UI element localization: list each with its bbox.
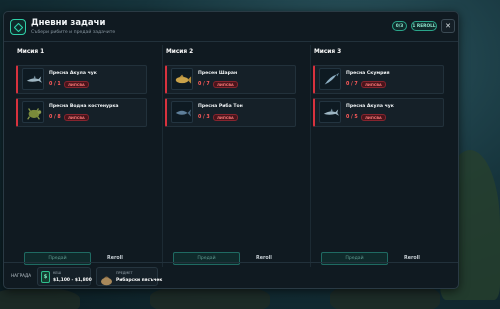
mackerel-icon: [319, 68, 341, 90]
dialog-subtitle: Събери рибите и предай задачите: [31, 30, 116, 35]
task-name: Пресна Водна костенурка: [49, 104, 119, 109]
mission-column-2: Мисия 2 Пресен Шаран 0 / 7 ЛИПСВА Пресна…: [162, 45, 308, 267]
task-card: Пресна Риба Тон 0 / 3 ЛИПСВА: [165, 98, 296, 127]
carp-icon: [171, 68, 193, 90]
missing-badge: ЛИПСВА: [64, 81, 89, 88]
task-name: Пресен Шаран: [198, 71, 238, 76]
daily-tasks-dialog: Дневни задачи Събери рибите и предай зад…: [3, 11, 459, 289]
progress-badge: 0/3: [392, 21, 407, 31]
mission-title: Мисия 2: [166, 49, 194, 55]
tuna-icon: [171, 101, 193, 123]
item-reward-card: ПРЕДМЕТ Рибарски пясъчек: [96, 267, 162, 286]
cash-value: $1,100 - $1,800: [53, 278, 92, 283]
task-count: 0 / 5: [346, 115, 358, 120]
task-name: Пресна Акула чук: [49, 71, 97, 76]
task-card: Пресен Шаран 0 / 7 ЛИПСВА: [165, 65, 296, 94]
item-label: ПРЕДМЕТ: [116, 271, 133, 275]
task-name: Пресна Акула чук: [346, 104, 394, 109]
task-count: 0 / 8: [49, 115, 61, 120]
task-card: Пресна Водна костенурка 0 / 8 ЛИПСВА: [16, 98, 147, 127]
item-value: Рибарски пясъчек: [116, 278, 163, 283]
hammerhead-shark-icon: [319, 101, 341, 123]
mission-title: Мисия 1: [17, 49, 45, 55]
tasks-diamond-icon: [10, 19, 26, 35]
task-name: Пресна Риба Тон: [198, 104, 243, 109]
mission-column-1: Мисия 1 Пресна Акула чук 0 / 1 ЛИПСВА Пр…: [14, 45, 160, 267]
missing-badge: ЛИПСВА: [361, 81, 386, 88]
task-card: Пресна Акула чук 0 / 5 ЛИПСВА: [313, 98, 444, 127]
sand-pouch-icon: [100, 271, 113, 286]
task-name: Пресна Скумрия: [346, 71, 390, 76]
dialog-header: Дневни задачи Събери рибите и предай зад…: [4, 12, 458, 42]
task-count: 0 / 7: [198, 82, 210, 87]
reward-footer: НАГРАДА $ КЕШ $1,100 - $1,800 ПРЕДМЕТ Ри…: [4, 262, 458, 290]
task-count: 0 / 7: [346, 82, 358, 87]
turtle-icon: [22, 101, 44, 123]
hammerhead-shark-icon: [22, 68, 44, 90]
background-rock: [0, 288, 80, 309]
dialog-title: Дневни задачи: [31, 18, 106, 28]
close-button[interactable]: ✕: [441, 19, 455, 33]
reward-label: НАГРАДА: [11, 273, 32, 278]
cash-reward-card: $ КЕШ $1,100 - $1,800: [37, 267, 92, 286]
mission-column-3: Мисия 3 Пресна Скумрия 0 / 7 ЛИПСВА Прес…: [310, 45, 456, 267]
missing-badge: ЛИПСВА: [64, 114, 89, 121]
missing-badge: ЛИПСВА: [213, 81, 238, 88]
missing-badge: ЛИПСВА: [213, 114, 238, 121]
task-count: 0 / 3: [198, 115, 210, 120]
cash-label: КЕШ: [53, 271, 62, 275]
task-count: 0 / 1: [49, 82, 61, 87]
task-card: Пресна Акула чук 0 / 1 ЛИПСВА: [16, 65, 147, 94]
missing-badge: ЛИПСВА: [361, 114, 386, 121]
task-card: Пресна Скумрия 0 / 7 ЛИПСВА: [313, 65, 444, 94]
mission-title: Мисия 3: [314, 49, 342, 55]
rerolls-badge: 1 REROLL: [411, 21, 437, 31]
cash-icon: $: [41, 271, 50, 283]
